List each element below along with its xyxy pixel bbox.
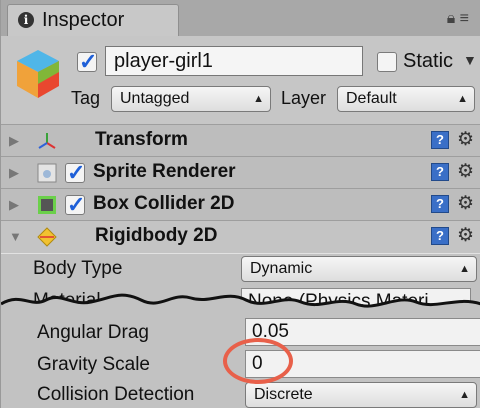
gravity-scale-label: Gravity Scale (37, 354, 150, 375)
updown-arrows-icon: ▲ (459, 389, 470, 401)
angular-drag-label: Angular Drag (37, 322, 149, 343)
angular-drag-field[interactable]: 0.05 (245, 318, 480, 346)
material-row: Material None (Physics Materi (1, 0, 480, 310)
collision-detection-label: Collision Detection (37, 384, 195, 405)
inspector-panel: i Inspector 🔒︎ ≡ ✓ player-girl1 Static ▼… (0, 0, 480, 408)
highlight-circle (223, 338, 293, 384)
torn-edge (1, 293, 480, 322)
collision-detection-value: Discrete (254, 386, 313, 403)
collision-detection-dropdown[interactable]: Discrete ▲ (245, 382, 477, 408)
